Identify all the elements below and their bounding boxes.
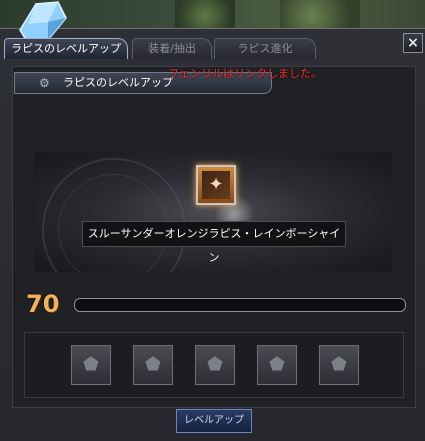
lock-icon: ⬟: [207, 354, 223, 375]
orange-lapis-icon: ✦: [202, 171, 230, 199]
tab-equip-extract[interactable]: 装着/抽出: [132, 38, 212, 59]
lock-icon: ⬟: [83, 354, 99, 375]
lapis-level-number: 70: [26, 290, 60, 318]
material-slots-area: ⬟ ⬟ ⬟ ⬟ ⬟: [24, 332, 404, 398]
material-slot[interactable]: ⬟: [319, 345, 359, 385]
gear-icon: ⚙: [39, 76, 50, 90]
material-slot[interactable]: ⬟: [71, 345, 111, 385]
lock-icon: ⬟: [269, 354, 285, 375]
material-slot[interactable]: ⬟: [257, 345, 297, 385]
lock-icon: ⬟: [331, 354, 347, 375]
lapis-item-slot[interactable]: ✦: [196, 165, 236, 205]
material-slot[interactable]: ⬟: [133, 345, 173, 385]
tab-lapis-levelup[interactable]: ラピスのレベルアップ: [4, 38, 128, 59]
system-notice: フェンリルはリンクしました。: [168, 67, 322, 80]
lock-icon: ⬟: [145, 354, 161, 375]
exp-progress-bar: [74, 298, 406, 312]
levelup-button[interactable]: レベルアップ: [176, 409, 252, 433]
tab-lapis-evolution[interactable]: ラピス進化: [214, 38, 316, 59]
material-slot[interactable]: ⬟: [195, 345, 235, 385]
item-name-label: スルーサンダーオレンジラピス・レインボーシャイン: [82, 221, 346, 264]
close-button[interactable]: ×: [403, 33, 423, 53]
panel-header-label: ラピスのレベルアップ: [63, 76, 173, 89]
